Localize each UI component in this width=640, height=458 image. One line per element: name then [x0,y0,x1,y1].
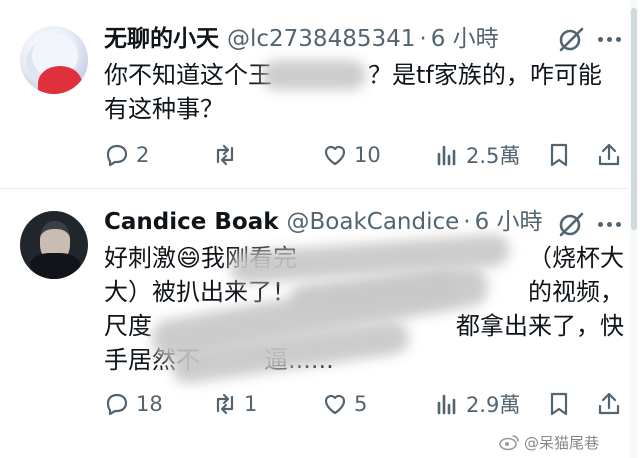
user-handle[interactable]: @lc2738485341 [227,26,415,52]
retweet-button[interactable]: 1 [212,389,257,419]
views-icon [437,145,456,166]
views-button[interactable]: 2.5萬 [434,140,520,170]
grok-icon[interactable] [556,209,586,239]
bookmark-button[interactable] [546,140,578,170]
tweet-2[interactable]: Candice Boak @BoakCandice · 6 小時 好刺激😄我刚看完 （… [0,189,628,435]
tweet-header: Candice Boak @BoakCandice · 6 小時 [104,207,543,237]
tweet-text-part: 你不知道这个王 [104,61,272,89]
like-count: 10 [354,143,381,167]
timestamp[interactable]: 6 小時 [431,26,499,52]
more-icon[interactable] [596,24,622,54]
bookmark-icon [550,392,568,416]
bookmark-icon [550,143,568,167]
reply-icon [106,144,128,167]
scrollbar[interactable] [630,0,638,458]
scrollbar-thumb[interactable] [631,8,637,230]
weibo-logo-icon [499,435,519,451]
share-button[interactable] [596,389,628,419]
views-count: 2.5萬 [466,144,521,168]
retweet-icon [216,393,234,415]
tweet-text-part: （烧杯大 [528,244,624,272]
reply-icon [106,393,128,416]
watermark-text: @呆猫尾巷 [524,433,600,452]
tweet-1[interactable]: 无聊的小天 @lc2738485341 · 6 小時 你不知道这个王 ？是tf家族的，咋… [0,0,628,189]
separator-dot: · [419,26,427,52]
retweet-button[interactable] [212,140,244,170]
grok-icon[interactable] [556,24,586,54]
avatar[interactable] [20,211,88,279]
user-name[interactable]: Candice Boak [104,209,279,235]
retweet-count: 1 [244,392,258,416]
action-bar: 18 1 5 2.9萬 [104,389,624,419]
avatar[interactable] [20,26,88,94]
timestamp[interactable]: 6 小時 [475,209,543,235]
like-button[interactable]: 5 [322,389,367,419]
watermark: @呆猫尾巷 [498,431,599,453]
user-handle[interactable]: @BoakCandice [287,209,460,235]
reply-button[interactable]: 2 [104,140,149,170]
views-count: 2.9萬 [466,393,521,417]
reply-count: 18 [136,392,163,416]
bookmark-button[interactable] [546,389,578,419]
tweet-header: 无聊的小天 @lc2738485341 · 6 小時 [104,24,499,54]
share-icon [598,392,620,415]
reply-button[interactable]: 18 [104,389,163,419]
like-button[interactable]: 10 [322,140,381,170]
like-icon [324,394,346,415]
tweet-text-part: 都拿出来了，快 [456,312,624,340]
tweet-text-part: 的视频， [528,278,624,306]
tweet-text-part: 尺度 [104,312,152,340]
views-button[interactable]: 2.9萬 [434,389,520,419]
more-icon[interactable] [596,209,622,239]
reply-count: 2 [136,143,150,167]
redaction-blur [262,60,366,90]
views-icon [437,394,456,415]
action-bar: 2 10 2.5萬 [104,140,624,170]
like-count: 5 [354,392,368,416]
user-name[interactable]: 无聊的小天 [104,26,219,52]
separator-dot: · [463,209,471,235]
share-icon [598,143,620,166]
share-button[interactable] [596,140,628,170]
retweet-icon [216,144,234,166]
like-icon [324,145,346,166]
